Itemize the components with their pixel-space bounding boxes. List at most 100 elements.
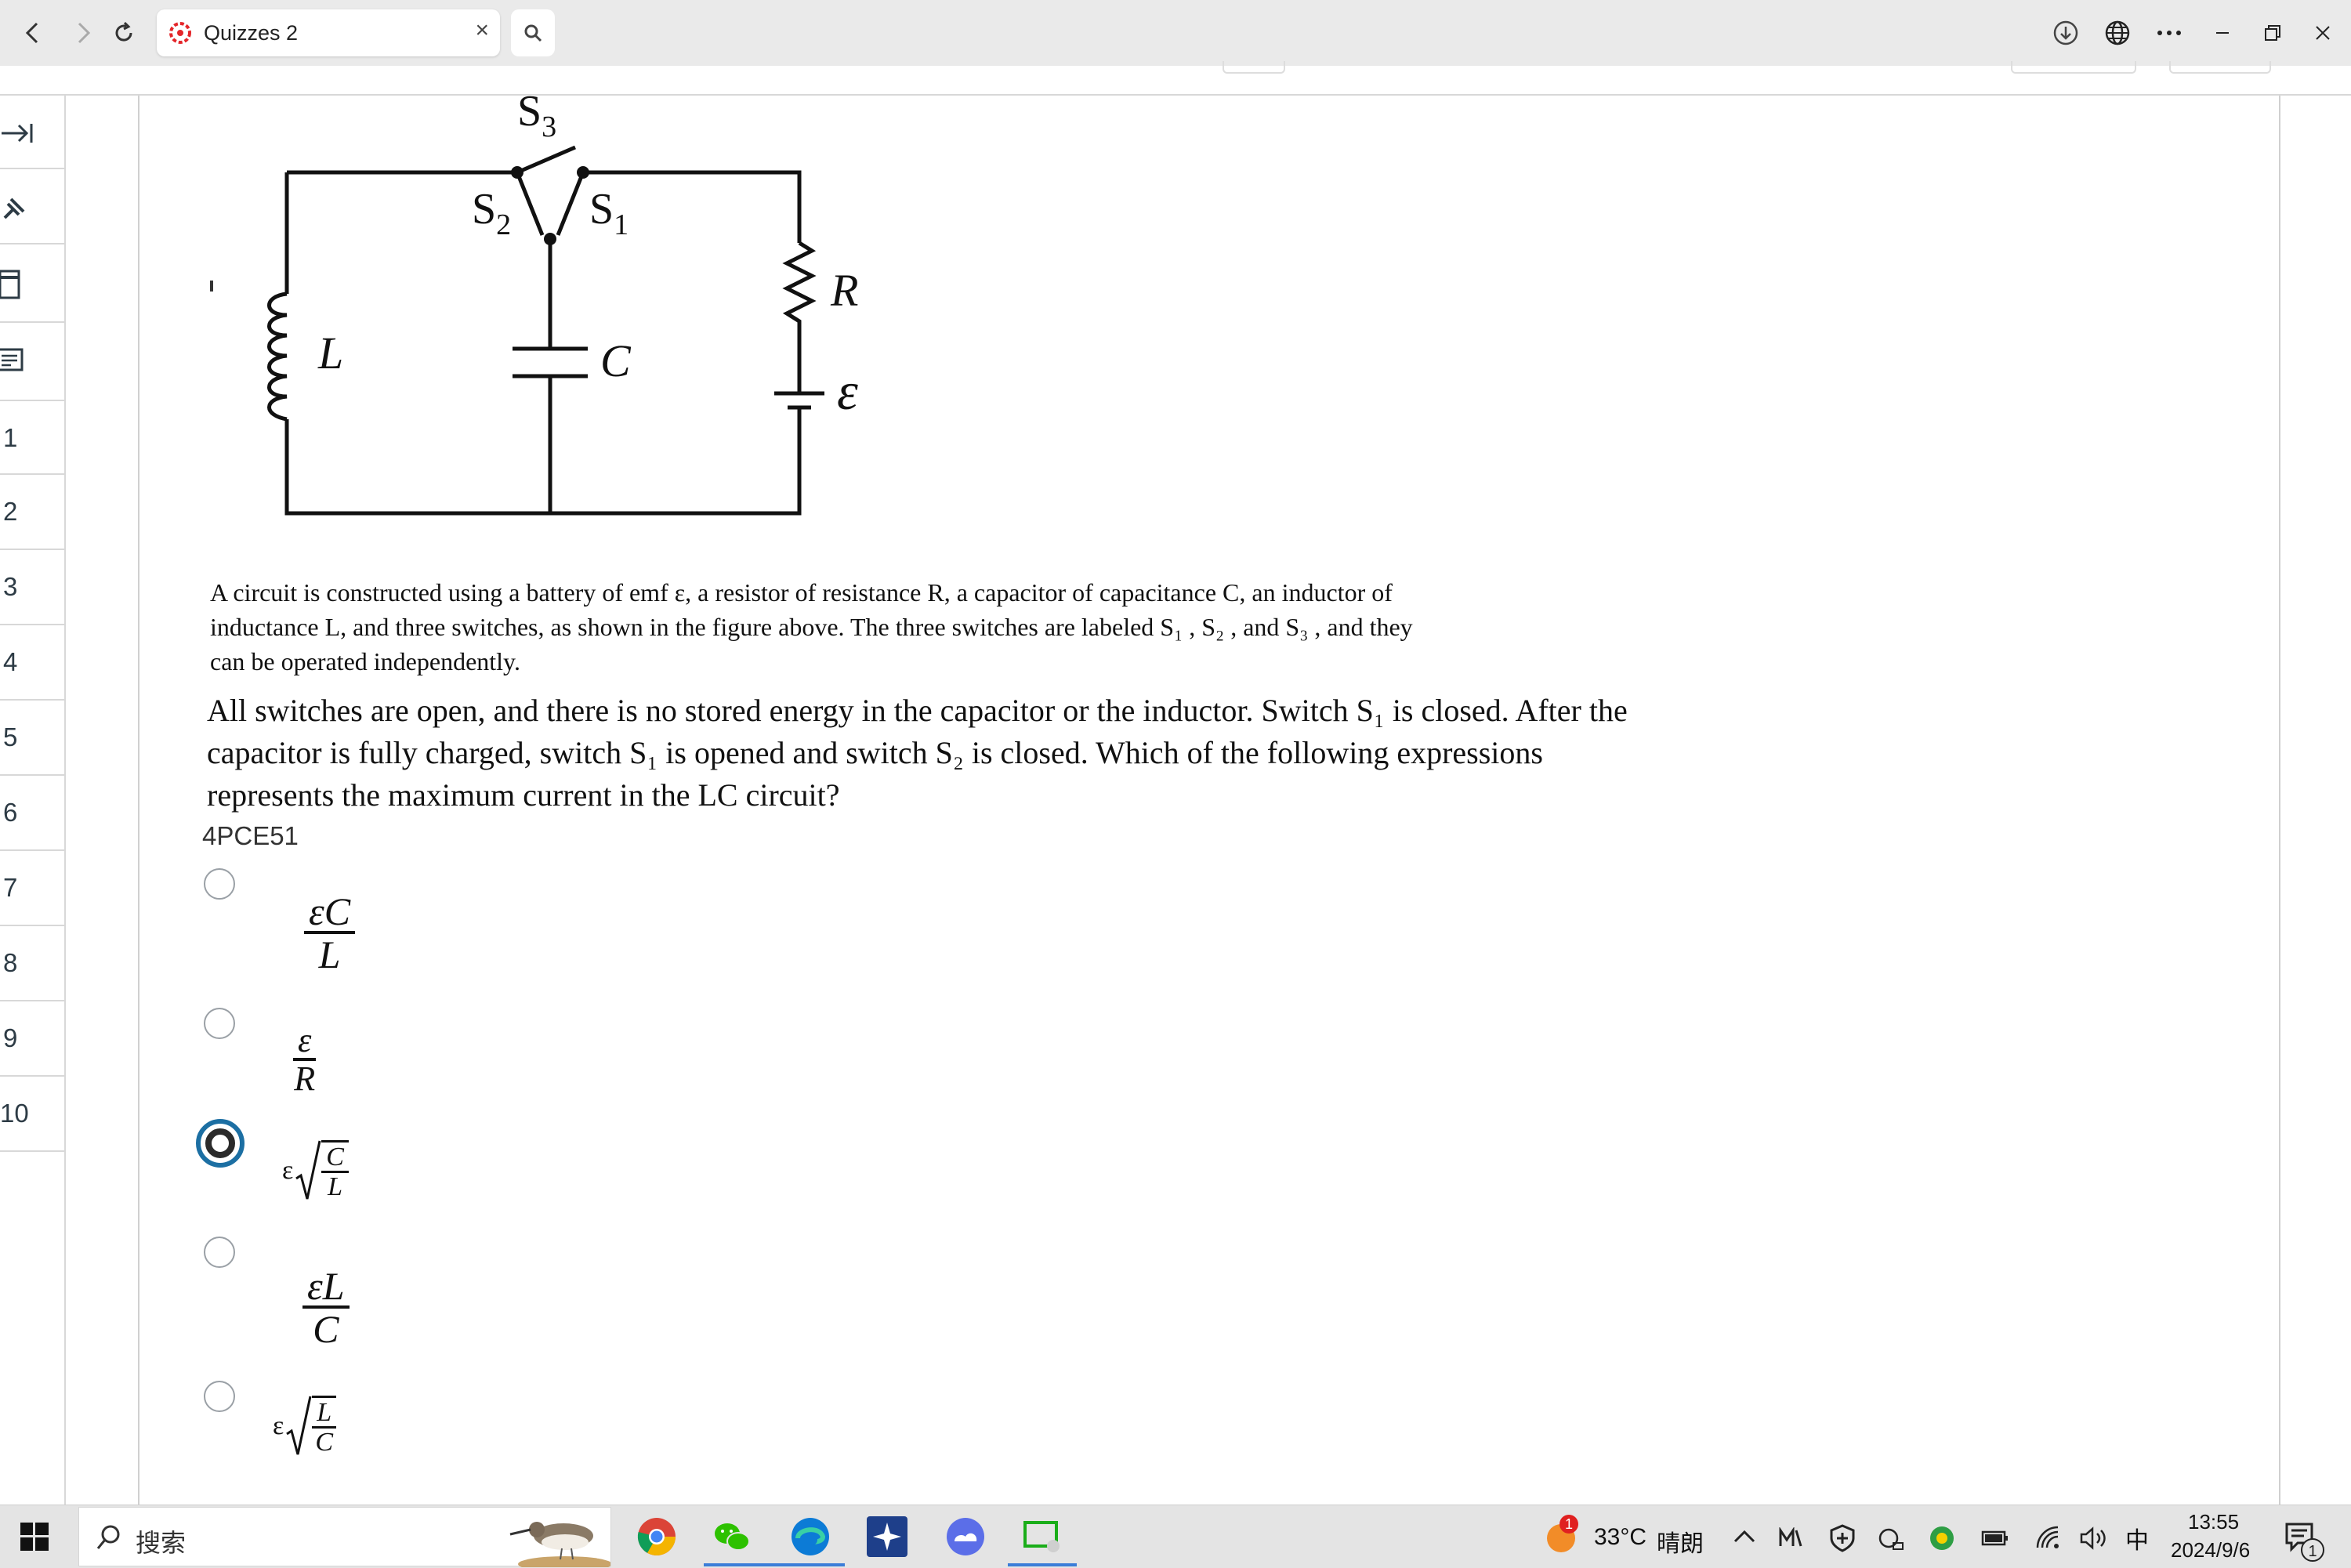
question-number: 2 [3, 497, 18, 526]
answer-d[interactable]: εL C [302, 1263, 350, 1350]
cloud-app-icon [947, 1518, 984, 1555]
restore-button[interactable] [2249, 11, 2296, 55]
taskbar-wechat[interactable] [710, 1515, 754, 1559]
forward-button[interactable] [61, 11, 105, 55]
label-capacitor: C [600, 335, 632, 386]
windows-taskbar: 搜索 1 33°C 晴朗 中 13:55 2024/9/6 1 [0, 1505, 2351, 1568]
answer-b[interactable]: εR [293, 1020, 317, 1097]
calendar-button[interactable] [0, 244, 64, 323]
question-link-1[interactable]: 1 [0, 401, 64, 475]
network-app-icon[interactable] [1928, 1524, 1956, 1552]
question-link-6[interactable]: 6 [0, 776, 64, 851]
switch-s3-blade [516, 145, 576, 175]
tab-close-button[interactable]: × [475, 17, 489, 44]
switch-contact-s3-left [511, 166, 523, 179]
pin-icon [3, 197, 25, 219]
answer-radio-c[interactable] [196, 1119, 245, 1168]
restore-icon [2265, 25, 2280, 41]
browser-tab[interactable]: Quizzes 2 × [157, 9, 500, 56]
intro-line: can be operated independently. [210, 647, 520, 675]
answer-radio-e[interactable] [204, 1381, 235, 1412]
resistor-zigzag [782, 241, 817, 376]
question-link-7[interactable]: 7 [0, 851, 64, 926]
taskbar-edge[interactable] [788, 1515, 832, 1559]
weather-temp[interactable]: 33°C [1594, 1524, 1646, 1551]
left-wire-bottom [284, 407, 802, 516]
tray-m-icon[interactable] [1777, 1527, 1804, 1549]
question-link-3[interactable]: 3 [0, 550, 64, 625]
question-link-10[interactable]: 10 [0, 1077, 64, 1152]
back-button[interactable] [11, 11, 55, 55]
active-app-indicator [1008, 1563, 1077, 1566]
question-link-4[interactable]: 4 [0, 625, 64, 701]
clock-time[interactable]: 13:55 [2188, 1510, 2239, 1534]
question-line: capacitor is fully charged, switch S₁ is… [207, 735, 1543, 770]
switch-contact-common [544, 233, 556, 245]
label-resistor: R [830, 265, 858, 316]
question-link-9[interactable]: 9 [0, 1001, 64, 1077]
question-line: represents the maximum current in the LC… [207, 777, 840, 813]
weather-text[interactable]: 晴朗 [1657, 1524, 1704, 1559]
ime-indicator[interactable]: 中 [2125, 1521, 2149, 1555]
shield-icon[interactable] [1829, 1524, 1856, 1552]
switch-contact-s3-right [577, 166, 589, 179]
translate-button[interactable] [2094, 11, 2141, 55]
back-icon [25, 22, 38, 44]
chevron-up-icon[interactable] [1733, 1529, 1755, 1544]
answer-e-numerator: L [312, 1400, 337, 1429]
start-button[interactable] [20, 1523, 49, 1555]
taskbar-app-screen[interactable] [1020, 1515, 1064, 1559]
page-toolbar-remnant [2169, 61, 2271, 74]
minimize-icon [2216, 32, 2229, 34]
taskbar-app-cloud[interactable] [944, 1515, 987, 1559]
close-window-button[interactable] [2299, 11, 2346, 55]
question-navigation-sidebar: 1 2 3 4 5 6 7 8 9 10 [0, 96, 66, 1506]
question-intro: A circuit is constructed using a battery… [210, 575, 1542, 679]
close-icon [2316, 26, 2330, 40]
label-emf: ε [837, 361, 858, 421]
refresh-button[interactable] [102, 11, 146, 55]
battery-icon[interactable] [1981, 1529, 2009, 1548]
search-icon [96, 1525, 120, 1549]
label-s1: S1 [589, 185, 629, 241]
answer-b-numerator: ε [293, 1023, 317, 1061]
answer-c[interactable]: ε CL [282, 1138, 349, 1204]
answer-radio-d[interactable] [204, 1237, 235, 1268]
taskbar-chrome[interactable] [635, 1515, 679, 1559]
taskbar-search-box[interactable]: 搜索 [78, 1507, 611, 1567]
question-number: 5 [3, 722, 18, 751]
question-link-2[interactable]: 2 [0, 475, 64, 550]
volume-icon[interactable] [2078, 1526, 2110, 1551]
weather-badge: 1 [1559, 1515, 1578, 1534]
answer-radio-a[interactable] [204, 868, 235, 900]
downloads-button[interactable] [2042, 11, 2089, 55]
answer-c-denominator: L [328, 1172, 343, 1202]
edge-tray-icon[interactable] [1878, 1526, 1906, 1551]
stray-mark [210, 281, 213, 292]
question-id: 4PCE51 [202, 821, 299, 850]
search-placeholder: 搜索 [136, 1529, 187, 1557]
tab-title: Quizzes 2 [204, 21, 299, 45]
pin-button[interactable] [0, 169, 64, 244]
question-link-5[interactable]: 5 [0, 701, 64, 776]
minimize-button[interactable] [2199, 11, 2246, 55]
page-toolbar-remnant [1223, 61, 1285, 74]
wifi-icon[interactable] [2034, 1524, 2063, 1552]
more-menu-button[interactable] [2146, 11, 2193, 55]
circuit-diagram: S3 S2 S1 L C R ε [267, 87, 858, 516]
clock-date[interactable]: 2024/9/6 [2171, 1538, 2250, 1563]
notes-button[interactable] [0, 323, 64, 401]
canvas-logo-icon [169, 22, 191, 44]
taskbar-app-xmind[interactable] [865, 1515, 909, 1559]
question-link-8[interactable]: 8 [0, 926, 64, 1001]
question-text: All switches are open, and there is no s… [207, 690, 1727, 817]
answer-d-numerator: εL [302, 1266, 350, 1309]
refresh-icon [115, 21, 132, 42]
collapse-sidebar-button[interactable] [0, 96, 64, 169]
tab-search-button[interactable] [511, 9, 555, 56]
answer-e[interactable]: ε LC [273, 1393, 337, 1459]
answer-a[interactable]: εC L [304, 889, 356, 976]
answer-radio-b[interactable] [204, 1008, 235, 1039]
inductor-coil [267, 292, 288, 422]
switch-s2-blade [515, 172, 545, 236]
